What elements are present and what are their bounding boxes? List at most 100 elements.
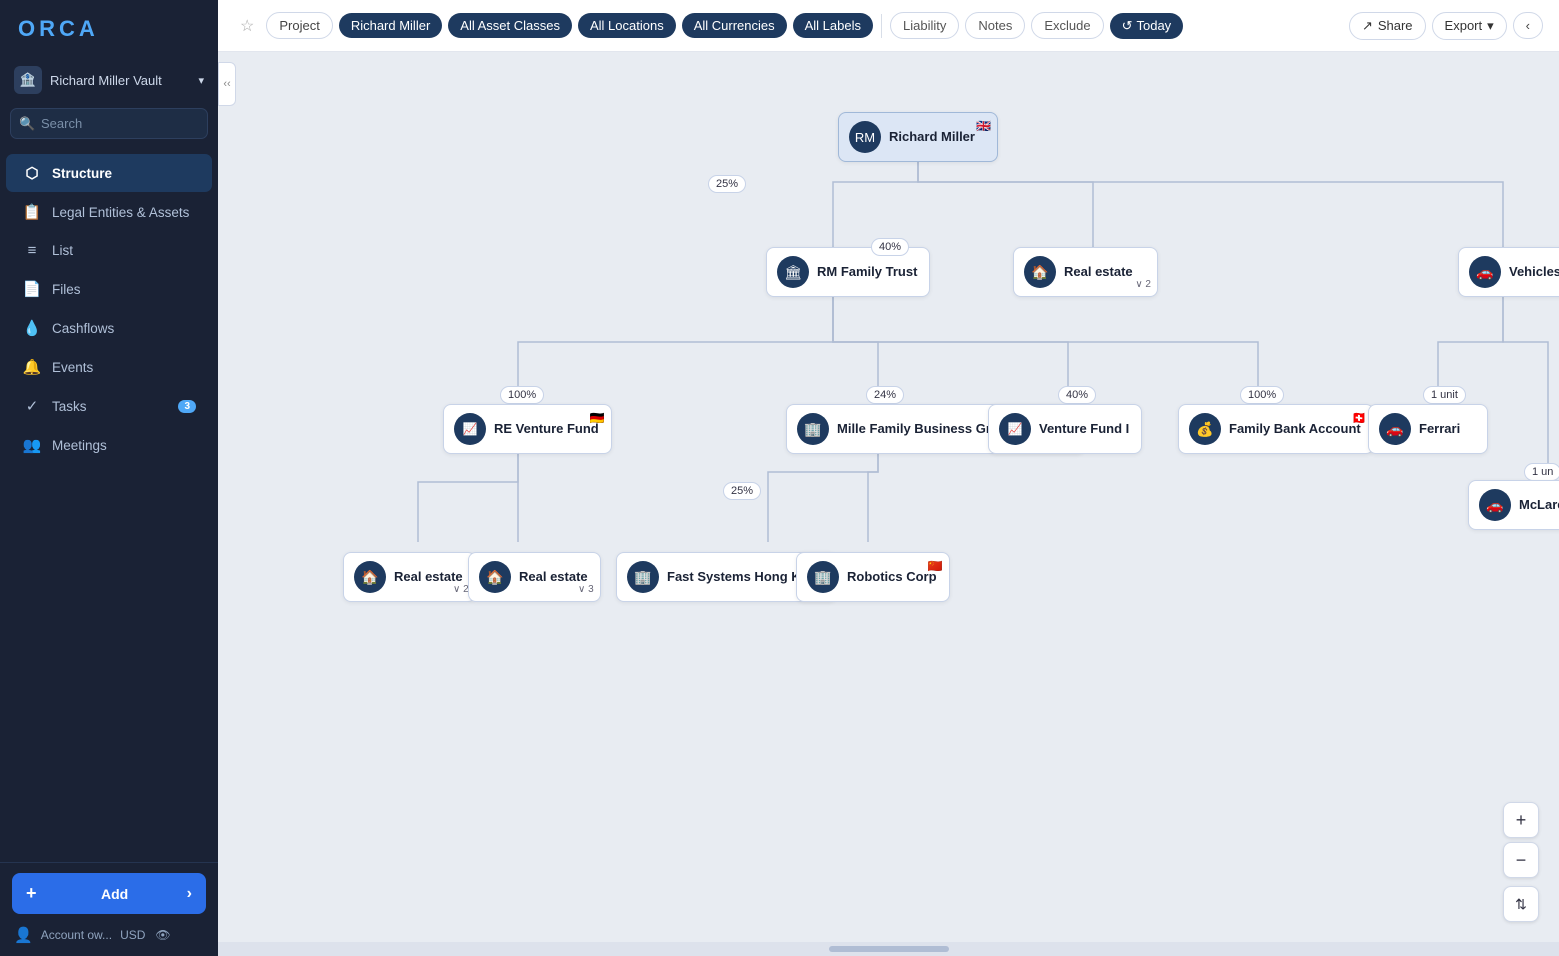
- zoom-in-button[interactable]: +: [1503, 802, 1539, 838]
- node-label: Real estate: [394, 569, 463, 586]
- node-robotics-corp[interactable]: 🏢 Robotics Corp 🇨🇳: [796, 552, 950, 602]
- sidebar: ORCA 🏦 Richard Miller Vault ▾ 🔍 ⬡ Struct…: [0, 0, 218, 956]
- zoom-out-button[interactable]: −: [1503, 842, 1539, 878]
- node-label: Real estate: [519, 569, 588, 586]
- sidebar-footer: + Add › 👤 Account ow... USD 👁: [0, 862, 218, 956]
- car-icon: 🚗: [1479, 489, 1511, 521]
- sidebar-item-list[interactable]: ≡ List: [6, 232, 212, 269]
- vault-name: Richard Miller Vault: [50, 73, 162, 88]
- sidebar-item-cashflows[interactable]: 💧 Cashflows: [6, 309, 212, 347]
- collapse-sidebar-button[interactable]: ‹‹: [218, 62, 236, 106]
- sidebar-item-label: Tasks: [52, 399, 87, 414]
- pct-badge-40-trust: 40%: [871, 238, 909, 256]
- realestate-icon: 🏠: [479, 561, 511, 593]
- liability-button[interactable]: Liability: [890, 12, 959, 39]
- currencies-button[interactable]: All Currencies: [682, 13, 787, 38]
- vault-selector[interactable]: 🏦 Richard Miller Vault ▾: [0, 58, 218, 104]
- sidebar-item-label: List: [52, 243, 73, 258]
- flag-ch: 🇨🇭: [1352, 411, 1367, 425]
- project-button[interactable]: Project: [266, 12, 332, 39]
- node-real-estate-top[interactable]: 🏠 Real estate ∨ 2: [1013, 247, 1158, 297]
- pct-badge-1un-mclaren: 1 un: [1524, 463, 1559, 481]
- main-content: ☆ Project Richard Miller All Asset Class…: [218, 0, 1559, 956]
- asset-classes-button[interactable]: All Asset Classes: [448, 13, 572, 38]
- node-real-estate-mid[interactable]: 🏠 Real estate ∨ 3: [468, 552, 601, 602]
- sidebar-item-meetings[interactable]: 👥 Meetings: [6, 426, 212, 464]
- pct-badge-24-mille: 24%: [866, 386, 904, 404]
- pct-badge-25-fast: 25%: [723, 482, 761, 500]
- favorite-button[interactable]: ☆: [234, 11, 260, 41]
- share-icon: ↗: [1362, 18, 1373, 34]
- node-label: Robotics Corp: [847, 569, 937, 586]
- expand-badge: ∨ 3: [578, 584, 594, 595]
- events-icon: 🔔: [22, 358, 42, 376]
- fund-icon: 📈: [454, 413, 486, 445]
- node-re-venture-fund[interactable]: 📈 RE Venture Fund 🇩🇪: [443, 404, 612, 454]
- flag-gb: 🇬🇧: [976, 119, 991, 133]
- person-icon: RM: [849, 121, 881, 153]
- node-label: RE Venture Fund: [494, 421, 599, 438]
- account-row: 👤 Account ow... USD 👁: [12, 924, 206, 946]
- node-label: Richard Miller: [889, 129, 975, 146]
- node-label: Venture Fund I: [1039, 421, 1129, 438]
- flag-cn: 🇨🇳: [928, 559, 943, 573]
- export-button[interactable]: Export ▾: [1432, 12, 1507, 40]
- org-chart-canvas[interactable]: ‹‹: [218, 52, 1559, 942]
- node-ferrari[interactable]: 🚗 Ferrari: [1368, 404, 1488, 454]
- labels-button[interactable]: All Labels: [793, 13, 873, 38]
- vehicles-icon: 🚗: [1469, 256, 1501, 288]
- separator: [881, 14, 882, 38]
- realestate-icon: 🏠: [1024, 256, 1056, 288]
- sidebar-item-tasks[interactable]: ✓ Tasks 3: [6, 387, 212, 425]
- exclude-button[interactable]: Exclude: [1031, 12, 1103, 39]
- biz-icon: 🏢: [627, 561, 659, 593]
- nav-back-button[interactable]: ‹: [1513, 12, 1543, 39]
- zoom-controls: + − ⇅: [1503, 802, 1539, 922]
- share-button[interactable]: ↗ Share: [1349, 12, 1426, 40]
- search-input[interactable]: [10, 108, 208, 139]
- node-rm-family-trust[interactable]: 🏛 RM Family Trust: [766, 247, 930, 297]
- sidebar-item-structure[interactable]: ⬡ Structure: [6, 154, 212, 192]
- sidebar-item-events[interactable]: 🔔 Events: [6, 348, 212, 386]
- node-vehicles[interactable]: 🚗 Vehicles: [1458, 247, 1559, 297]
- pct-badge-1unit-ferrari: 1 unit: [1423, 386, 1466, 404]
- scroll-thumb[interactable]: [829, 946, 949, 952]
- pct-badge-100-re: 100%: [500, 386, 544, 404]
- zoom-settings-button[interactable]: ⇅: [1503, 886, 1539, 922]
- node-label: Vehicles: [1509, 264, 1559, 281]
- today-label: Today: [1136, 18, 1171, 33]
- person-filter-button[interactable]: Richard Miller: [339, 13, 442, 38]
- legal-entities-icon: 📋: [22, 203, 42, 221]
- files-icon: 📄: [22, 280, 42, 298]
- arrow-right-icon: ›: [187, 885, 192, 903]
- flag-de: 🇩🇪: [590, 411, 605, 425]
- node-real-estate-left[interactable]: 🏠 Real estate ∨ 2: [343, 552, 476, 602]
- sidebar-nav: ⬡ Structure 📋 Legal Entities & Assets ≡ …: [0, 149, 218, 862]
- sidebar-item-label: Structure: [52, 166, 112, 181]
- pct-badge-25-root: 25%: [708, 175, 746, 193]
- bank-icon: 💰: [1189, 413, 1221, 445]
- refresh-icon: ↺: [1122, 18, 1133, 34]
- node-mclaren[interactable]: 🚗 McLaren: [1468, 480, 1559, 530]
- biz-icon: 🏢: [797, 413, 829, 445]
- tasks-icon: ✓: [22, 397, 42, 415]
- node-label: RM Family Trust: [817, 264, 917, 281]
- node-richard-miller[interactable]: RM Richard Miller 🇬🇧: [838, 112, 998, 162]
- node-label: Real estate: [1064, 264, 1133, 281]
- node-venture-fund-i[interactable]: 📈 Venture Fund I: [988, 404, 1142, 454]
- sidebar-item-files[interactable]: 📄 Files: [6, 270, 212, 308]
- node-label: McLaren: [1519, 497, 1559, 514]
- locations-button[interactable]: All Locations: [578, 13, 676, 38]
- search-icon: 🔍: [19, 116, 35, 132]
- today-button[interactable]: ↺ Today: [1110, 13, 1184, 39]
- currency-label: USD: [120, 928, 145, 942]
- notes-button[interactable]: Notes: [965, 12, 1025, 39]
- account-label: Account ow...: [41, 928, 112, 942]
- biz-icon: 🏢: [807, 561, 839, 593]
- bottom-scrollbar[interactable]: [218, 942, 1559, 956]
- add-button[interactable]: + Add ›: [12, 873, 206, 914]
- trust-icon: 🏛: [777, 256, 809, 288]
- sidebar-item-legal-entities[interactable]: 📋 Legal Entities & Assets: [6, 193, 212, 231]
- node-family-bank-account[interactable]: 💰 Family Bank Account 🇨🇭: [1178, 404, 1374, 454]
- app-logo: ORCA: [0, 0, 218, 58]
